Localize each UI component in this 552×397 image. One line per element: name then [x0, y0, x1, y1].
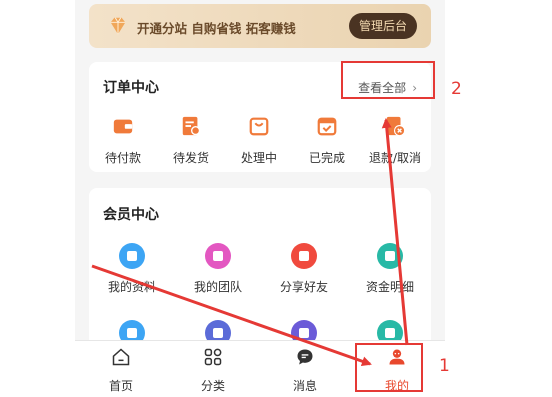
order-center-title: 订单中心 [103, 80, 159, 96]
annotation-box-view-all [341, 61, 435, 99]
member-item-label: 我的资料 [107, 280, 156, 294]
promo-banner[interactable]: 开通分站 自购省钱 拓客赚钱 管理后台 [89, 4, 431, 48]
grid-icon [204, 348, 222, 366]
promo-text: 开通分站 自购省钱 拓客赚钱 [137, 21, 296, 36]
profile-icon [119, 243, 145, 269]
tab-label: 消息 [292, 379, 317, 393]
order-item-refund[interactable]: 退款/取消 [361, 115, 429, 166]
order-item-label: 处理中 [240, 151, 277, 165]
order-item-label: 待付款 [104, 151, 141, 165]
order-item-processing[interactable]: 处理中 [225, 115, 293, 166]
annotation-label-1: 1 [439, 356, 450, 376]
home-outline-icon [112, 348, 130, 366]
member-center-title: 会员中心 [103, 207, 159, 223]
wallet-icon [113, 119, 133, 134]
order-item-label: 已完成 [308, 151, 345, 165]
phone-screen: 开通分站 自购省钱 拓客赚钱 管理后台 订单中心 查看全部 › 待付款 待发货 处… [75, 0, 445, 397]
annotation-box-mine-tab [355, 343, 423, 392]
message-icon [297, 349, 313, 365]
member-item-profile[interactable]: 我的资料 [89, 243, 175, 295]
member-item-label: 分享好友 [279, 280, 328, 294]
order-item-pending-payment[interactable]: 待付款 [89, 115, 157, 166]
admin-button[interactable]: 管理后台 [348, 13, 417, 39]
funds-icon [377, 243, 403, 269]
annotation-label-2: 2 [451, 79, 462, 99]
member-item-label: 我的团队 [193, 280, 242, 294]
tab-messages[interactable]: 消息 [259, 347, 351, 394]
member-item-team[interactable]: 我的团队 [175, 243, 261, 295]
member-item-share[interactable]: 分享好友 [261, 243, 347, 295]
share-icon [291, 243, 317, 269]
pending-ship-icon [182, 116, 201, 136]
tab-label: 首页 [108, 379, 133, 393]
member-item-label: 资金明细 [365, 280, 414, 294]
member-item-funds[interactable]: 资金明细 [347, 243, 433, 295]
diamond-icon [110, 17, 126, 35]
team-icon [205, 243, 231, 269]
member-center-card: 会员中心 我的资料 我的团队 分享好友 资金明细 [89, 188, 431, 348]
tab-category[interactable]: 分类 [167, 347, 259, 394]
order-item-pending-shipment[interactable]: 待发货 [157, 115, 225, 166]
refund-icon [386, 116, 406, 137]
order-item-label: 待发货 [172, 151, 209, 165]
tab-home[interactable]: 首页 [75, 347, 167, 394]
completed-box-icon [317, 117, 337, 136]
tab-label: 分类 [200, 379, 225, 393]
order-item-completed[interactable]: 已完成 [293, 115, 361, 166]
order-item-label: 退款/取消 [368, 151, 422, 165]
processing-bag-icon [249, 117, 269, 136]
